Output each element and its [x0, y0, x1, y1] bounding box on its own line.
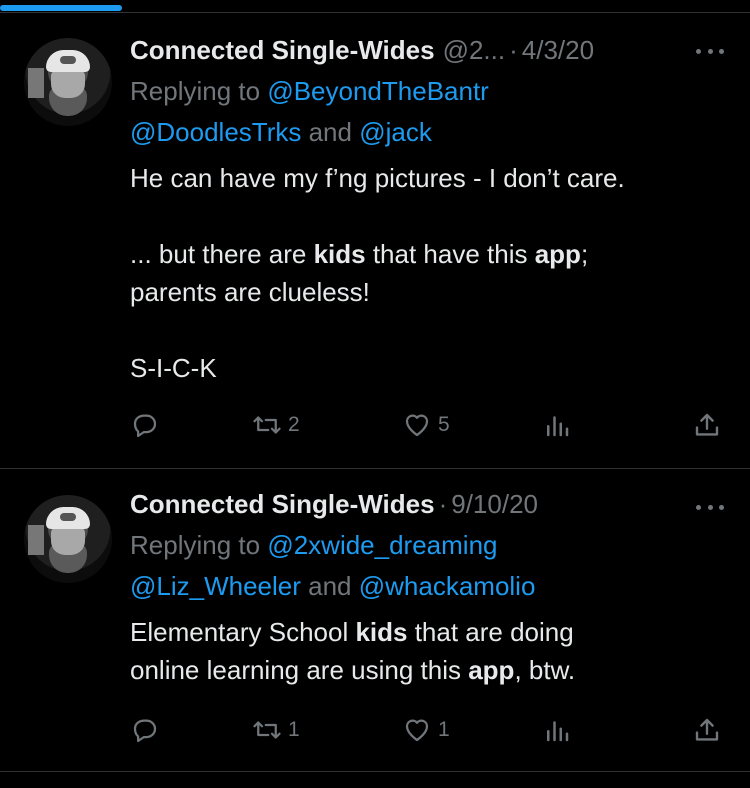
replying-to: Replying to @BeyondTheBantr @DoodlesTrks… [130, 76, 489, 147]
tweet-text: He can have my f’ng pictures - I don’t c… [130, 163, 625, 383]
tweet-date[interactable]: 4/3/20 [522, 35, 594, 66]
share-icon [695, 413, 719, 436]
like-button[interactable]: 5 [402, 410, 450, 440]
display-name[interactable]: Connected Single-Wides [130, 489, 435, 520]
views-icon [547, 721, 569, 742]
tweet-actions: 1 1 [130, 715, 722, 745]
mention-link[interactable]: @2xwide_dreaming [267, 530, 497, 560]
tweet[interactable]: Connected Single-Wides @2... · 4/3/20 Re… [0, 13, 750, 469]
user-handle[interactable]: @2... [443, 35, 506, 66]
avatar[interactable] [24, 38, 112, 126]
retweet-icon [253, 721, 281, 739]
display-name[interactable]: Connected Single-Wides [130, 35, 435, 66]
tweet-content: Connected Single-Wides · 9/10/20 Replyin… [130, 489, 750, 689]
more-icon[interactable] [696, 49, 724, 55]
retweet-button[interactable]: 1 [252, 715, 300, 745]
tweet-header: Connected Single-Wides @2... · 4/3/20 [130, 35, 595, 66]
replying-to: Replying to @2xwide_dreaming @Liz_Wheele… [130, 530, 536, 601]
share-button[interactable] [692, 410, 722, 440]
reply-button[interactable] [130, 410, 160, 440]
reply-icon [133, 414, 157, 438]
views-button[interactable] [542, 410, 572, 440]
like-count: 5 [438, 413, 450, 436]
mention-link[interactable]: @whackamolio [359, 571, 536, 601]
tab-indicator [0, 5, 122, 11]
tweet-text: Elementary School kids that are doing on… [130, 617, 576, 685]
share-button[interactable] [692, 715, 722, 745]
like-icon [405, 719, 429, 742]
share-icon [695, 718, 719, 741]
tweet-date[interactable]: 9/10/20 [451, 489, 538, 520]
like-button[interactable]: 1 [402, 715, 450, 745]
retweet-count: 2 [288, 413, 300, 436]
retweet-count: 1 [288, 718, 300, 741]
reply-button[interactable] [130, 715, 160, 745]
tweet-content: Connected Single-Wides @2... · 4/3/20 Re… [130, 35, 750, 387]
views-icon [547, 416, 569, 437]
mention-link[interactable]: @DoodlesTrks [130, 117, 301, 147]
retweet-button[interactable]: 2 [252, 410, 300, 440]
tweet-header: Connected Single-Wides · 9/10/20 [130, 489, 538, 520]
like-icon [405, 414, 429, 437]
views-button[interactable] [542, 715, 572, 745]
more-icon[interactable] [696, 505, 724, 511]
retweet-icon [253, 416, 281, 434]
mention-link[interactable]: @jack [359, 117, 432, 147]
like-count: 1 [438, 718, 450, 741]
reply-icon [133, 719, 157, 743]
tweet[interactable]: Connected Single-Wides · 9/10/20 Replyin… [0, 469, 750, 772]
mention-link[interactable]: @BeyondTheBantr [267, 76, 489, 106]
avatar[interactable] [24, 495, 112, 583]
tweet-actions: 2 5 [130, 410, 722, 440]
mention-link[interactable]: @Liz_Wheeler [130, 571, 301, 601]
